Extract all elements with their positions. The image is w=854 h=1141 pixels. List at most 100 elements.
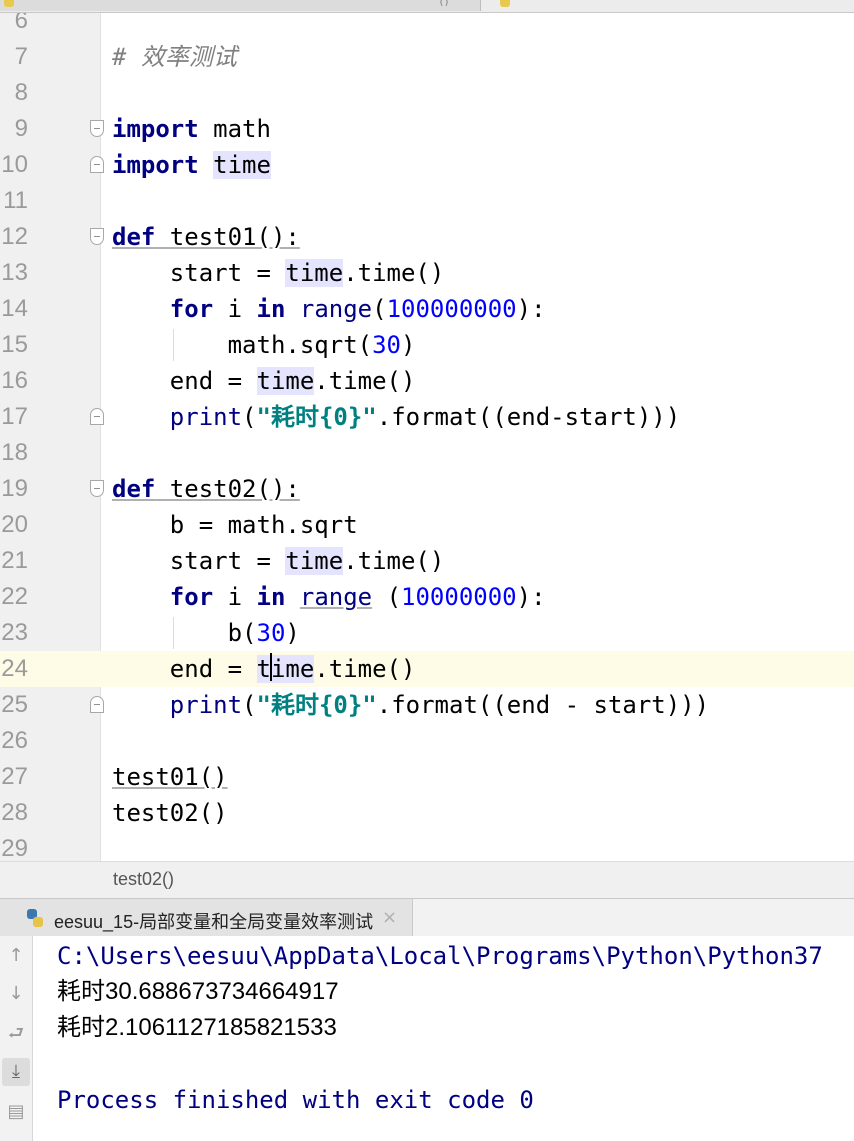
code-text: b(30)	[112, 619, 300, 647]
indent-guide	[173, 617, 174, 649]
line-number: 23	[1, 619, 28, 646]
line-number: 15	[1, 331, 28, 358]
code-text: def test01():	[112, 223, 300, 251]
fold-end-marker-icon[interactable]	[90, 156, 104, 173]
code-line[interactable]: 21 start = time.time()	[0, 543, 854, 579]
code-text: end = time.time()	[112, 367, 416, 395]
fold-marker-icon[interactable]	[90, 120, 104, 137]
code-line[interactable]: 14 for i in range(100000000):	[0, 291, 854, 327]
line-number: 21	[1, 547, 28, 574]
line-number: 19	[1, 475, 28, 502]
code-text: end = time.time()	[112, 653, 416, 683]
scroll-up-icon[interactable]: ↑	[2, 942, 30, 970]
line-number: 16	[1, 367, 28, 394]
scroll-down-icon[interactable]: ↓	[2, 980, 30, 1008]
code-line[interactable]: 8	[0, 75, 854, 111]
code-text: for i in range(100000000):	[169, 295, 546, 323]
code-line-current[interactable]: 24 end = time.time()	[0, 651, 854, 687]
soft-wrap-icon[interactable]: ⮐	[2, 1020, 30, 1048]
code-text: start = time.time()	[112, 547, 445, 575]
code-text: print("耗时{0}".format((end-start)))	[169, 403, 681, 431]
line-number: 7	[14, 43, 28, 70]
code-text: # 效率测试	[112, 39, 237, 75]
run-tool-window-header: eesuu_15-局部变量和全局变量效率测试 ×	[0, 898, 854, 937]
code-text: test01()	[112, 763, 228, 791]
code-line[interactable]: 28 test02()	[0, 795, 854, 831]
code-line[interactable]: 6	[0, 13, 854, 39]
code-text: test02()	[112, 799, 228, 827]
code-line[interactable]: 13 start = time.time()	[0, 255, 854, 291]
code-line[interactable]: 11	[0, 183, 854, 219]
comment: # 效率测试	[112, 43, 237, 71]
fold-end-marker-icon[interactable]	[90, 696, 104, 713]
code-line[interactable]: 27 test01()	[0, 759, 854, 795]
line-number: 17	[1, 403, 28, 430]
breadcrumb: test02()	[0, 861, 854, 898]
editor-tab-strip: ()	[0, 0, 854, 13]
line-number: 6	[14, 13, 28, 34]
python-file-icon	[500, 0, 510, 7]
indent-guide	[173, 329, 174, 361]
code-line[interactable]: 17 print("耗时{0}".format((end-start)))	[0, 399, 854, 435]
fold-marker-icon[interactable]	[90, 480, 104, 497]
code-line[interactable]: 7 # 效率测试	[0, 39, 854, 75]
code-text: def test02():	[112, 475, 300, 503]
python-icon	[27, 909, 43, 927]
code-line[interactable]: 10 import time	[0, 147, 854, 183]
code-text: import time	[112, 151, 271, 179]
editor-tab-inactive[interactable]	[492, 0, 612, 11]
code-text: for i in range (10000000):	[169, 583, 546, 611]
code-line[interactable]: 23 b(30)	[0, 615, 854, 651]
line-number: 12	[1, 223, 28, 250]
line-number: 29	[1, 835, 28, 861]
line-number: 27	[1, 763, 28, 790]
run-tab-label: eesuu_15-局部变量和全局变量效率测试	[54, 912, 374, 932]
code-line[interactable]: 18	[0, 435, 854, 471]
line-number: 9	[14, 115, 28, 142]
line-number: 24	[1, 655, 28, 682]
code-line[interactable]: 25 print("耗时{0}".format((end - start)))	[0, 687, 854, 723]
code-text: start = time.time()	[112, 259, 445, 287]
tab-close-icon[interactable]: ()	[432, 0, 456, 11]
code-editor[interactable]: 6 7 # 效率测试 8 9 import math 10 import tim…	[0, 13, 854, 861]
breadcrumb-item[interactable]: test02()	[113, 869, 174, 890]
line-number: 28	[1, 799, 28, 826]
fold-end-marker-icon[interactable]	[90, 408, 104, 425]
line-number: 20	[1, 511, 28, 538]
line-number: 11	[3, 187, 28, 214]
print-icon[interactable]: ▤	[2, 1098, 30, 1126]
code-line[interactable]: 20 b = math.sqrt	[0, 507, 854, 543]
code-line[interactable]: 9 import math	[0, 111, 854, 147]
console-line: 耗时30.688673734664917	[57, 978, 339, 1005]
code-line[interactable]: 15 math.sqrt(30)	[0, 327, 854, 363]
console-line: Process finished with exit code 0	[57, 1086, 534, 1114]
run-toolbar: ↑ ↓ ⮐ ⤓ ▤	[0, 936, 33, 1141]
code-line[interactable]: 22 for i in range (10000000):	[0, 579, 854, 615]
editor-tab-active[interactable]: ()	[0, 0, 481, 11]
line-number: 26	[1, 727, 28, 754]
line-number: 22	[1, 583, 28, 610]
line-number: 13	[1, 259, 28, 286]
line-number: 14	[1, 295, 28, 322]
line-number: 25	[1, 691, 28, 718]
code-text: import math	[112, 115, 271, 143]
line-number: 18	[1, 439, 28, 466]
code-line[interactable]: 26	[0, 723, 854, 759]
close-icon[interactable]: ×	[382, 907, 397, 928]
fold-marker-icon[interactable]	[90, 228, 104, 245]
code-line[interactable]: 19 def test02():	[0, 471, 854, 507]
line-number: 10	[1, 151, 28, 178]
console-line: C:\Users\eesuu\AppData\Local\Programs\Py…	[57, 942, 823, 970]
console-output[interactable]: C:\Users\eesuu\AppData\Local\Programs\Py…	[33, 936, 854, 1141]
code-text: math.sqrt(30)	[112, 331, 416, 359]
code-text: print("耗时{0}".format((end - start)))	[169, 691, 710, 719]
scroll-to-end-icon[interactable]: ⤓	[2, 1058, 30, 1086]
text-caret	[269, 653, 272, 681]
code-line[interactable]: 29	[0, 831, 854, 861]
code-line[interactable]: 16 end = time.time()	[0, 363, 854, 399]
line-number: 8	[14, 79, 28, 106]
code-line[interactable]: 12 def test01():	[0, 219, 854, 255]
run-tab[interactable]: eesuu_15-局部变量和全局变量效率测试 ×	[0, 899, 413, 936]
code-text: b = math.sqrt	[112, 511, 358, 539]
python-file-icon	[4, 0, 14, 7]
